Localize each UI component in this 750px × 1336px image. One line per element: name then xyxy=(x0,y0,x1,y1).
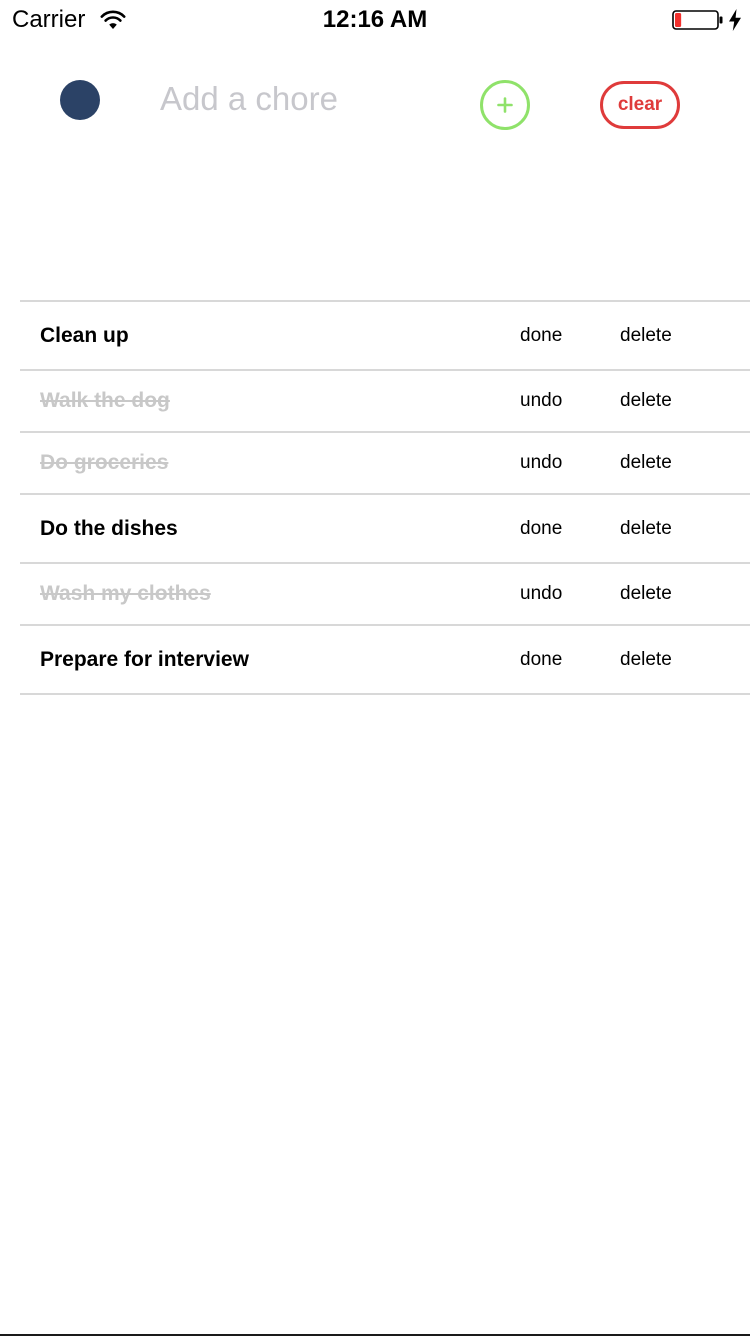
add-chore-input[interactable] xyxy=(160,76,450,122)
chore-title: Clean up xyxy=(40,323,129,347)
delete-button[interactable]: delete xyxy=(620,626,672,693)
toggle-button[interactable]: done xyxy=(520,626,562,693)
clear-button[interactable]: clear xyxy=(600,81,680,129)
delete-button[interactable]: delete xyxy=(620,564,672,624)
chore-row: Clean up done delete xyxy=(20,302,750,371)
delete-button[interactable]: delete xyxy=(620,433,672,493)
chore-row: Prepare for interview done delete xyxy=(20,626,750,695)
plus-icon xyxy=(497,97,513,113)
chore-row: Do groceries undo delete xyxy=(20,433,750,495)
chore-list: Clean up done delete Walk the dog undo d… xyxy=(20,300,750,695)
battery-icon xyxy=(672,10,723,30)
toggle-button[interactable]: undo xyxy=(520,433,562,493)
toggle-button[interactable]: done xyxy=(520,302,562,369)
status-bar: Carrier 12:16 AM xyxy=(0,0,750,40)
chore-title: Wash my clothes xyxy=(40,582,211,605)
add-chore-button[interactable] xyxy=(480,80,530,130)
toggle-button[interactable]: done xyxy=(520,495,562,562)
battery-fill xyxy=(675,13,682,27)
toggle-button[interactable]: undo xyxy=(520,371,562,431)
chore-row: Do the dishes done delete xyxy=(20,495,750,564)
charging-bolt-icon xyxy=(729,9,741,31)
chore-title: Do the dishes xyxy=(40,516,178,540)
delete-button[interactable]: delete xyxy=(620,371,672,431)
avatar xyxy=(60,80,100,120)
chore-row: Wash my clothes undo delete xyxy=(20,564,750,626)
delete-button[interactable]: delete xyxy=(620,495,672,562)
chore-title: Prepare for interview xyxy=(40,647,249,671)
chore-title: Walk the dog xyxy=(40,389,170,412)
toggle-button[interactable]: undo xyxy=(520,564,562,624)
status-time: 12:16 AM xyxy=(322,6,428,33)
chore-row: Walk the dog undo delete xyxy=(20,371,750,433)
chore-title: Do groceries xyxy=(40,451,169,474)
delete-button[interactable]: delete xyxy=(620,302,672,369)
